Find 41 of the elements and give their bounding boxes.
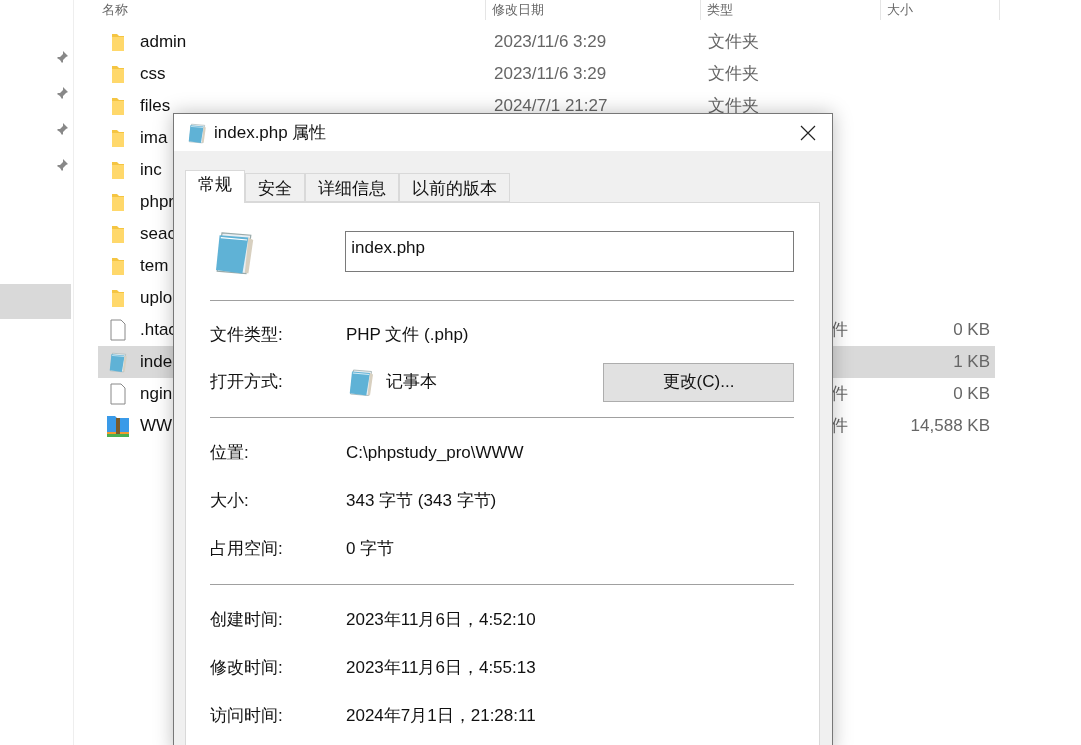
file-name: files bbox=[140, 95, 171, 118]
file-size: 14,588 KB bbox=[910, 416, 990, 436]
file-type: 文件夹 bbox=[708, 32, 759, 52]
property-label: 访问时间: bbox=[210, 705, 284, 728]
file-type: 件 bbox=[831, 384, 848, 404]
file-name: inc bbox=[140, 159, 162, 182]
file-name: admin bbox=[140, 31, 187, 54]
file-type: 文件夹 bbox=[708, 64, 759, 84]
property-label: 文件类型: bbox=[210, 324, 284, 347]
file-name: uplo bbox=[140, 287, 173, 310]
file-type: 件 bbox=[831, 320, 848, 340]
file-size: 0 KB bbox=[953, 384, 990, 404]
property-value: 2023年11月6日，4:52:10 bbox=[346, 609, 536, 632]
property-value: 0 字节 bbox=[346, 538, 395, 561]
property-value: 343 字节 (343 字节) bbox=[346, 490, 497, 513]
file-type: 件 bbox=[831, 416, 848, 436]
property-value: 2023年11月6日，4:55:13 bbox=[346, 657, 536, 680]
property-label: 打开方式: bbox=[210, 371, 284, 394]
property-label: 位置: bbox=[210, 442, 250, 465]
property-value: 2024年7月1日，21:28:11 bbox=[346, 705, 536, 728]
property-value: C:\phpstudy_pro\WWW bbox=[346, 442, 524, 465]
file-name: css bbox=[140, 63, 166, 86]
file-name: ima bbox=[140, 127, 168, 150]
property-label: 修改时间: bbox=[210, 657, 284, 680]
modified-date: 2023/11/6 3:29 bbox=[494, 32, 607, 52]
modified-date: 2023/11/6 3:29 bbox=[494, 64, 607, 84]
file-name: tem bbox=[140, 255, 169, 278]
window-title: index.php 属性 bbox=[214, 121, 328, 144]
file-size: 0 KB bbox=[953, 320, 990, 340]
file-name: ngin bbox=[140, 383, 173, 406]
property-label: 创建时间: bbox=[210, 609, 284, 632]
property-value: 记事本 bbox=[386, 371, 438, 394]
modified-date: 2024/7/1 21:27 bbox=[494, 96, 608, 116]
property-label: 占用空间: bbox=[210, 538, 284, 561]
file-name: phpr bbox=[140, 191, 175, 214]
property-label: 大小: bbox=[210, 490, 250, 513]
property-value: PHP 文件 (.php) bbox=[346, 324, 469, 347]
file-size: 1 KB bbox=[953, 352, 990, 372]
file-name: inde bbox=[140, 351, 173, 374]
file-type: 文件夹 bbox=[708, 96, 759, 116]
file-name: WW bbox=[140, 415, 173, 438]
